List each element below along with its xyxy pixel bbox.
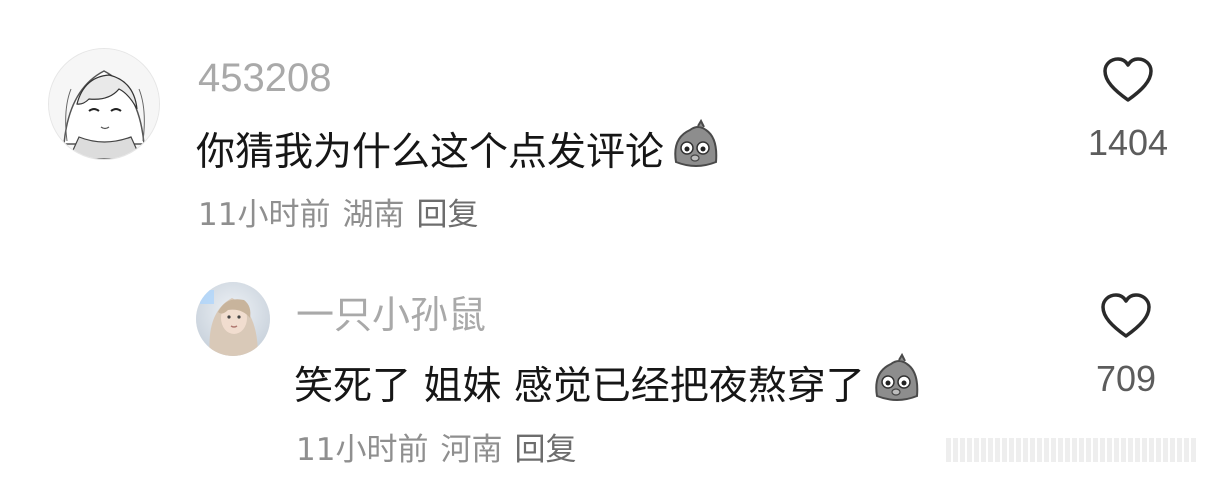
username[interactable]: 453208 (198, 56, 331, 100)
comment-meta: 11小时前 湖南 回复 (198, 193, 478, 237)
location: 河南 (440, 432, 503, 468)
avatar[interactable] (48, 48, 160, 160)
reply-button[interactable]: 回复 (514, 428, 576, 472)
photo-avatar-icon (196, 282, 270, 356)
location: 湖南 (342, 197, 405, 233)
sad-pigeon-emoji-icon (668, 118, 722, 187)
comment-meta: 11小时前 河南 回复 (296, 428, 576, 472)
comment-text: 笑死了 姐妹 感觉已经把夜熬穿了 (294, 352, 923, 421)
like-button[interactable]: 1404 (1076, 56, 1180, 164)
reply-button[interactable]: 回复 (416, 193, 478, 237)
comment-text-content: 笑死了 姐妹 感觉已经把夜熬穿了 (294, 363, 865, 409)
like-count: 709 (1095, 358, 1157, 399)
timestamp: 11小时前 (296, 432, 429, 468)
like-button[interactable]: 709 (1074, 292, 1178, 400)
comment-section: 453208 你猜我为什么这个点发评论 11小时前 湖南 回复 1404 一只小… (0, 0, 1206, 485)
watermark (946, 438, 1196, 462)
heart-outline-icon[interactable] (1102, 56, 1154, 104)
comment-text-content: 你猜我为什么这个点发评论 (196, 129, 665, 175)
heart-outline-icon[interactable] (1100, 292, 1152, 340)
timestamp: 11小时前 (198, 197, 331, 233)
avatar[interactable] (196, 282, 270, 356)
comment-text: 你猜我为什么这个点发评论 (196, 118, 722, 187)
anime-avatar-icon (49, 49, 159, 159)
comment-item: 453208 你猜我为什么这个点发评论 11小时前 湖南 回复 1404 (0, 0, 1206, 250)
username[interactable]: 一只小孙鼠 (296, 294, 486, 338)
like-count: 1404 (1087, 122, 1169, 163)
sad-pigeon-emoji-icon (869, 352, 923, 421)
